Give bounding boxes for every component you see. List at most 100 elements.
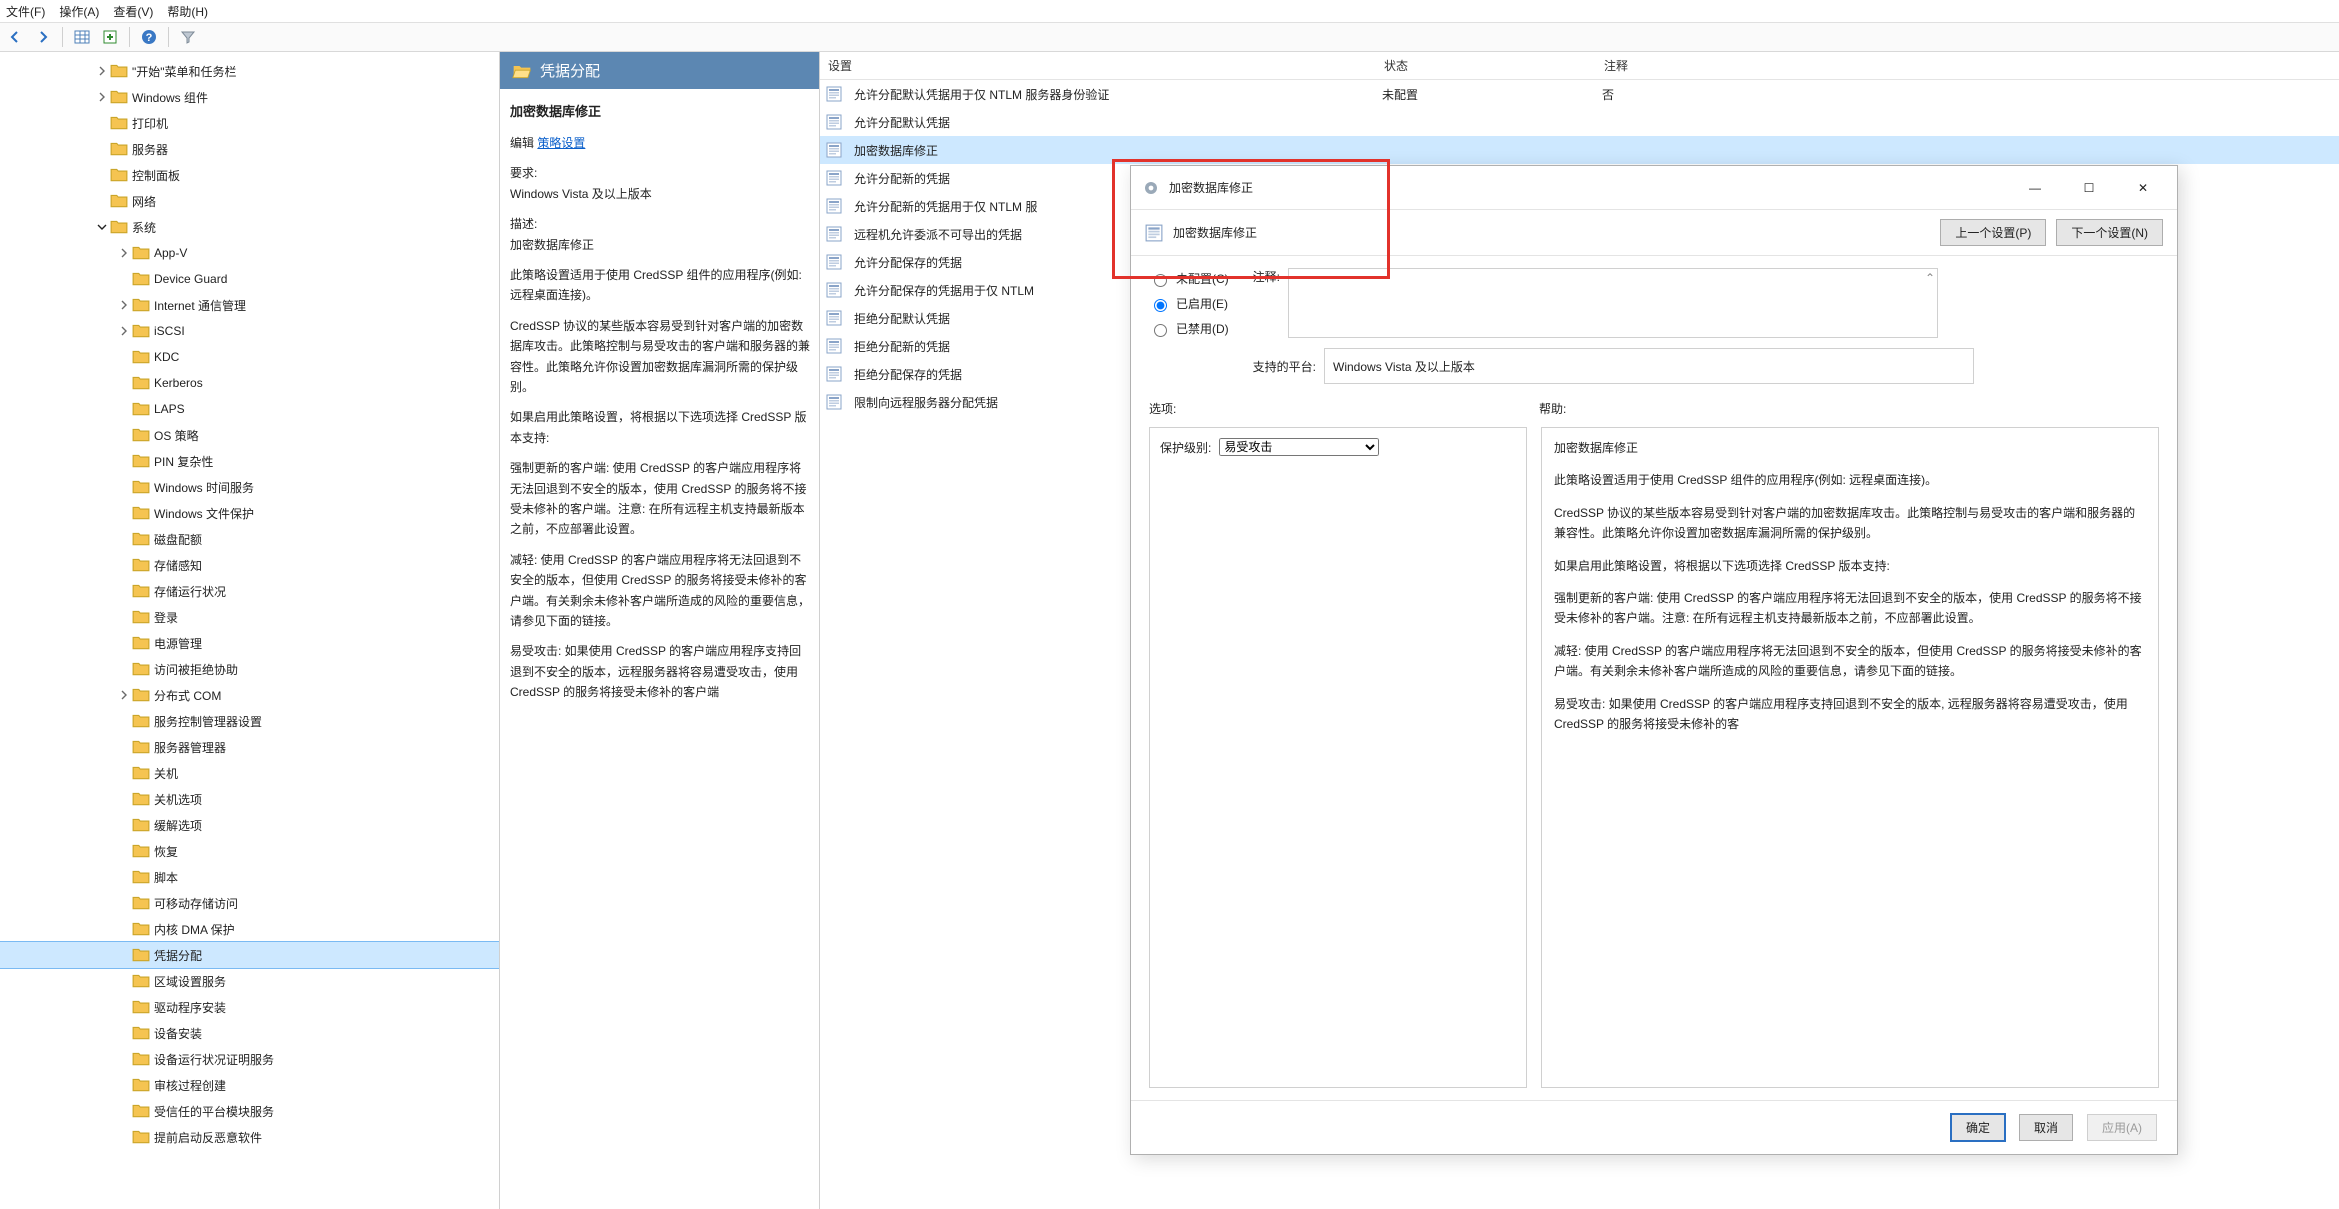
tree-item[interactable]: 存储感知 bbox=[0, 552, 499, 578]
chevron-right-icon[interactable] bbox=[118, 689, 130, 701]
col-state[interactable]: 状态 bbox=[1376, 53, 1596, 78]
no-twisty bbox=[118, 637, 130, 649]
tree-item[interactable]: 凭据分配 bbox=[0, 942, 499, 968]
close-button[interactable]: ✕ bbox=[2121, 173, 2165, 203]
tree-item[interactable]: Kerberos bbox=[0, 370, 499, 396]
list-row[interactable]: 加密数据库修正 bbox=[820, 136, 2339, 164]
tree-item[interactable]: 服务器管理器 bbox=[0, 734, 499, 760]
tree-item[interactable]: 分布式 COM bbox=[0, 682, 499, 708]
grid-view-button[interactable] bbox=[71, 26, 93, 48]
tree-item[interactable]: Windows 时间服务 bbox=[0, 474, 499, 500]
next-setting-button[interactable]: 下一个设置(N) bbox=[2056, 219, 2163, 246]
chevron-right-icon[interactable] bbox=[118, 325, 130, 337]
tree-item[interactable]: 访问被拒绝协助 bbox=[0, 656, 499, 682]
policy-icon bbox=[826, 142, 842, 158]
tree-item[interactable]: 提前启动反恶意软件 bbox=[0, 1124, 499, 1150]
tree-item[interactable]: 设备运行状况证明服务 bbox=[0, 1046, 499, 1072]
tree-item-label: 设备运行状况证明服务 bbox=[154, 1051, 274, 1068]
chevron-right-icon[interactable] bbox=[96, 65, 108, 77]
tree-item[interactable]: Device Guard bbox=[0, 266, 499, 292]
tree-item[interactable]: 缓解选项 bbox=[0, 812, 499, 838]
detail-pane: 凭据分配 加密数据库修正 编辑 策略设置 要求: Windows Vista 及… bbox=[500, 52, 820, 1209]
tree-item[interactable]: 系统 bbox=[0, 214, 499, 240]
forward-button[interactable] bbox=[32, 26, 54, 48]
tree-item[interactable]: OS 策略 bbox=[0, 422, 499, 448]
tree-pane[interactable]: "开始"菜单和任务栏Windows 组件打印机服务器控制面板网络系统App-VD… bbox=[0, 52, 500, 1209]
protect-level-select[interactable]: 易受攻击 bbox=[1219, 438, 1379, 456]
tree-item[interactable]: 磁盘配额 bbox=[0, 526, 499, 552]
menu-help[interactable]: 帮助(H) bbox=[167, 3, 208, 20]
comment-input[interactable]: ⌃ bbox=[1288, 268, 1938, 338]
tree-item[interactable]: 网络 bbox=[0, 188, 499, 214]
radio-disabled[interactable]: 已禁用(D) bbox=[1149, 320, 1229, 337]
tree-item[interactable]: 服务控制管理器设置 bbox=[0, 708, 499, 734]
ok-button[interactable]: 确定 bbox=[1951, 1114, 2005, 1141]
tree-item[interactable]: PIN 复杂性 bbox=[0, 448, 499, 474]
tree-item[interactable]: 存储运行状况 bbox=[0, 578, 499, 604]
policy-icon bbox=[826, 394, 842, 410]
tree-item[interactable]: iSCSI bbox=[0, 318, 499, 344]
tree-item[interactable]: 电源管理 bbox=[0, 630, 499, 656]
folder-icon bbox=[110, 140, 128, 158]
radio-unconfigured[interactable]: 未配置(C) bbox=[1149, 270, 1229, 287]
list-row[interactable]: 允许分配默认凭据用于仅 NTLM 服务器身份验证未配置否 bbox=[820, 80, 2339, 108]
menu-action[interactable]: 操作(A) bbox=[59, 3, 99, 20]
radio-enabled[interactable]: 已启用(E) bbox=[1149, 295, 1229, 312]
tree-item[interactable]: Windows 组件 bbox=[0, 84, 499, 110]
menu-view[interactable]: 查看(V) bbox=[113, 3, 153, 20]
help-box[interactable]: 加密数据库修正 此策略设置适用于使用 CredSSP 组件的应用程序(例如: 远… bbox=[1541, 427, 2159, 1088]
tree-item[interactable]: KDC bbox=[0, 344, 499, 370]
list-row[interactable]: 允许分配默认凭据 bbox=[820, 108, 2339, 136]
tree-item[interactable]: 关机选项 bbox=[0, 786, 499, 812]
menu-file[interactable]: 文件(F) bbox=[6, 3, 45, 20]
detail-body: 加密数据库修正 编辑 策略设置 要求: Windows Vista 及以上版本 … bbox=[500, 89, 819, 1209]
tree-item[interactable]: 脚本 bbox=[0, 864, 499, 890]
gear-icon bbox=[1143, 180, 1159, 196]
tree-item[interactable]: 审核过程创建 bbox=[0, 1072, 499, 1098]
policy-icon bbox=[826, 114, 842, 130]
no-twisty bbox=[96, 195, 108, 207]
tree-item[interactable]: 关机 bbox=[0, 760, 499, 786]
folder-icon bbox=[132, 920, 150, 938]
chevron-right-icon[interactable] bbox=[96, 91, 108, 103]
tree-item[interactable]: 恢复 bbox=[0, 838, 499, 864]
tree-item[interactable]: "开始"菜单和任务栏 bbox=[0, 58, 499, 84]
description-p6: 易受攻击: 如果使用 CredSSP 的客户端应用程序支持回退到不安全的版本，远… bbox=[510, 641, 813, 702]
tree-item[interactable]: Internet 通信管理 bbox=[0, 292, 499, 318]
tree-item[interactable]: 打印机 bbox=[0, 110, 499, 136]
chevron-down-icon[interactable] bbox=[96, 221, 108, 233]
chevron-right-icon[interactable] bbox=[118, 299, 130, 311]
minimize-button[interactable]: — bbox=[2013, 173, 2057, 203]
col-comment[interactable]: 注释 bbox=[1596, 53, 2331, 78]
export-button[interactable] bbox=[99, 26, 121, 48]
protect-level-label: 保护级别: bbox=[1160, 439, 1211, 456]
edit-policy-link[interactable]: 策略设置 bbox=[537, 136, 585, 150]
tree-item-label: 设备安装 bbox=[154, 1025, 202, 1042]
tree-item[interactable]: App-V bbox=[0, 240, 499, 266]
tree-item[interactable]: 内核 DMA 保护 bbox=[0, 916, 499, 942]
tree-item[interactable]: 可移动存储访问 bbox=[0, 890, 499, 916]
tree-item-label: 可移动存储访问 bbox=[154, 895, 238, 912]
tree-item[interactable]: 服务器 bbox=[0, 136, 499, 162]
tree-item[interactable]: 控制面板 bbox=[0, 162, 499, 188]
tree-item[interactable]: 登录 bbox=[0, 604, 499, 630]
folder-icon bbox=[132, 322, 150, 340]
chevron-right-icon[interactable] bbox=[118, 247, 130, 259]
tree-item[interactable]: 驱动程序安装 bbox=[0, 994, 499, 1020]
prev-setting-button[interactable]: 上一个设置(P) bbox=[1940, 219, 2046, 246]
filter-button[interactable] bbox=[177, 26, 199, 48]
tree-item[interactable]: LAPS bbox=[0, 396, 499, 422]
tree-item[interactable]: 区域设置服务 bbox=[0, 968, 499, 994]
col-setting[interactable]: 设置 bbox=[820, 53, 1376, 78]
cancel-button[interactable]: 取消 bbox=[2019, 1114, 2073, 1141]
tree-item[interactable]: Windows 文件保护 bbox=[0, 500, 499, 526]
scroll-up-icon[interactable]: ⌃ bbox=[1925, 271, 1935, 285]
back-button[interactable] bbox=[4, 26, 26, 48]
tree-item[interactable]: 受信任的平台模块服务 bbox=[0, 1098, 499, 1124]
options-box: 保护级别: 易受攻击 bbox=[1149, 427, 1527, 1088]
maximize-button[interactable]: ☐ bbox=[2067, 173, 2111, 203]
dialog-crumb-row: 加密数据库修正 上一个设置(P) 下一个设置(N) bbox=[1131, 210, 2177, 256]
help-button[interactable] bbox=[138, 26, 160, 48]
tree-item[interactable]: 设备安装 bbox=[0, 1020, 499, 1046]
apply-button[interactable]: 应用(A) bbox=[2087, 1114, 2157, 1141]
